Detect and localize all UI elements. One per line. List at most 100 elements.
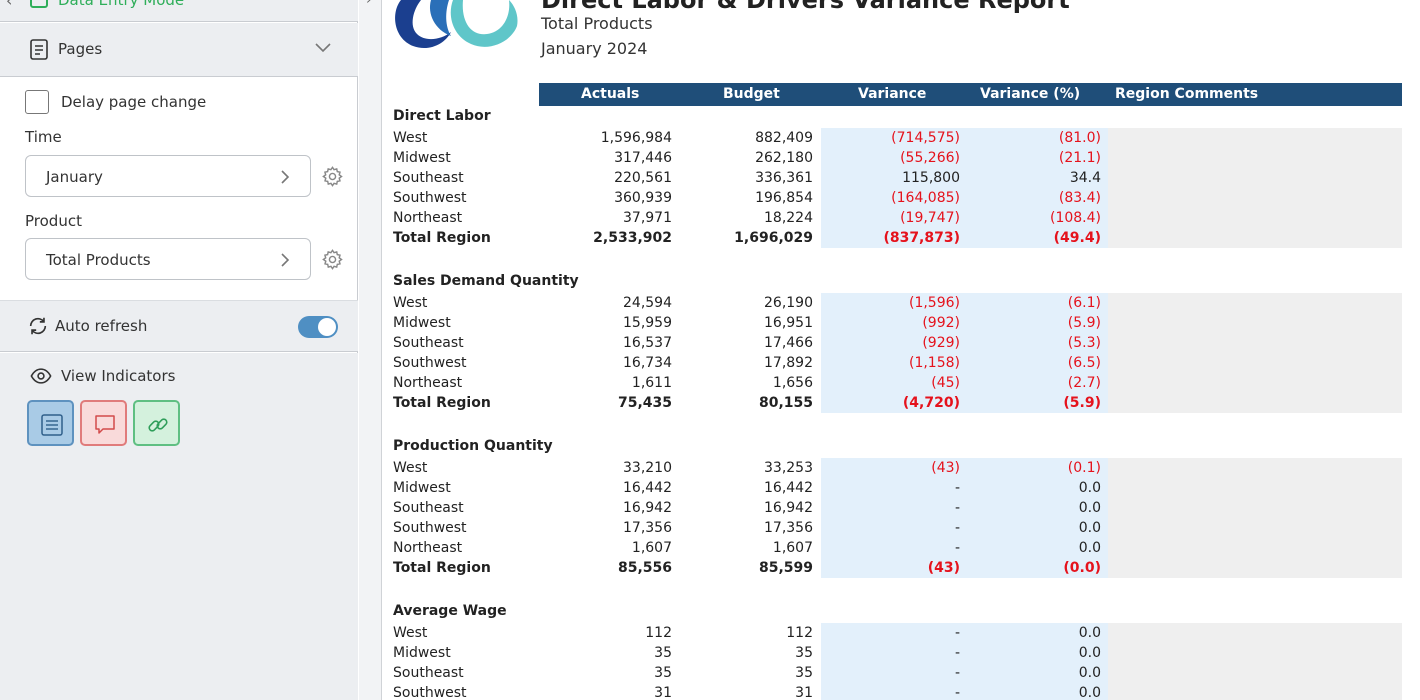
column-header-bar: Actuals Budget Variance Variance (%) Reg… — [539, 83, 1402, 106]
variance-pct-value: (108.4) — [1049, 210, 1101, 226]
actuals-value: 2,533,902 — [593, 230, 672, 246]
auto-refresh-toggle[interactable] — [298, 316, 338, 338]
region-comment-cell[interactable] — [1108, 643, 1402, 663]
column-header-region-comments: Region Comments — [1115, 86, 1259, 102]
region-comment-cell[interactable] — [1108, 393, 1402, 413]
table-row: Southeast 16,537 17,466 (929) (5.3) — [383, 333, 1420, 353]
variance-value: - — [954, 625, 960, 641]
region-comment-cell[interactable] — [1108, 663, 1402, 683]
budget-value: 35 — [795, 665, 813, 681]
budget-value: 262,180 — [755, 150, 813, 166]
row-label: Southeast — [393, 170, 464, 186]
variance-pct-value: 0.0 — [1078, 520, 1101, 536]
row-label: West — [393, 130, 428, 146]
chevron-right-icon[interactable]: › — [366, 0, 372, 8]
actuals-value: 37,971 — [623, 210, 672, 226]
region-comment-cell[interactable] — [1108, 498, 1402, 518]
region-comment-cell[interactable] — [1108, 313, 1402, 333]
time-value: January — [46, 168, 103, 186]
variance-value: 115,800 — [902, 170, 960, 186]
product-settings-gear-icon[interactable] — [321, 248, 344, 271]
table-row: Midwest 35 35 - 0.0 — [383, 643, 1420, 663]
table-row: Northeast 37,971 18,224 (19,747) (108.4) — [383, 208, 1420, 228]
region-comment-cell[interactable] — [1108, 208, 1402, 228]
report-canvas: Direct Labor & Drivers Variance Report T… — [383, 0, 1420, 700]
actuals-value: 24,594 — [623, 295, 672, 311]
toggle-knob — [318, 318, 336, 336]
data-entry-icon — [30, 0, 48, 8]
time-settings-gear-icon[interactable] — [321, 165, 344, 188]
variance-cell-bg — [821, 623, 1108, 643]
region-comment-cell[interactable] — [1108, 188, 1402, 208]
pages-panel-header[interactable]: Pages — [0, 23, 358, 77]
column-header-actuals: Actuals — [581, 86, 640, 102]
budget-value: 1,696,029 — [734, 230, 813, 246]
budget-value: 35 — [795, 645, 813, 661]
variance-value: (19,747) — [900, 210, 960, 226]
actuals-value: 317,446 — [614, 150, 672, 166]
time-selector[interactable]: January — [25, 155, 311, 197]
variance-value: - — [954, 645, 960, 661]
time-label: Time — [25, 128, 62, 146]
row-label: Northeast — [393, 540, 463, 556]
variance-pct-value: 0.0 — [1078, 625, 1101, 641]
table-row: Southwest 31 31 - 0.0 — [383, 683, 1420, 700]
actuals-value: 1,596,984 — [600, 130, 672, 146]
panel-collapse-gutter[interactable]: › — [359, 0, 382, 700]
region-comment-cell[interactable] — [1108, 518, 1402, 538]
region-comment-cell[interactable] — [1108, 683, 1402, 700]
variance-value: (992) — [922, 315, 960, 331]
region-comment-cell[interactable] — [1108, 148, 1402, 168]
region-comment-cell[interactable] — [1108, 558, 1402, 578]
region-comment-cell[interactable] — [1108, 458, 1402, 478]
region-comment-cell[interactable] — [1108, 353, 1402, 373]
eye-icon — [30, 368, 52, 384]
chevron-left-icon[interactable]: ‹ — [6, 0, 12, 10]
variance-value: - — [954, 540, 960, 556]
region-comment-cell[interactable] — [1108, 228, 1402, 248]
column-header-variance-pct: Variance (%) — [980, 86, 1081, 102]
row-label: Southwest — [393, 520, 467, 536]
variance-cell-bg — [821, 538, 1108, 558]
list-indicator-button[interactable] — [27, 400, 74, 446]
section-title: Sales Demand Quantity — [393, 273, 579, 289]
report-title: Direct Labor & Drivers Variance Report — [541, 0, 1070, 14]
table-row: Northeast 1,607 1,607 - 0.0 — [383, 538, 1420, 558]
region-comment-cell[interactable] — [1108, 373, 1402, 393]
region-comment-cell[interactable] — [1108, 478, 1402, 498]
region-comment-cell[interactable] — [1108, 128, 1402, 148]
region-comment-cell[interactable] — [1108, 333, 1402, 353]
variance-pct-value: (2.7) — [1067, 375, 1101, 391]
comment-indicator-button[interactable] — [80, 400, 127, 446]
region-comment-cell[interactable] — [1108, 293, 1402, 313]
document-icon — [30, 39, 48, 60]
total-row: Total Region 2,533,902 1,696,029 (837,873) (… — [383, 228, 1420, 248]
link-indicator-button[interactable] — [133, 400, 180, 446]
region-comment-cell[interactable] — [1108, 623, 1402, 643]
delay-page-change-checkbox[interactable] — [25, 90, 49, 114]
actuals-value: 35 — [654, 665, 672, 681]
table-row: West 24,594 26,190 (1,596) (6.1) — [383, 293, 1420, 313]
row-label: Midwest — [393, 315, 451, 331]
chevron-down-icon[interactable] — [314, 41, 332, 53]
data-entry-mode-bar[interactable]: ‹ Data Entry Mode — [0, 0, 358, 22]
budget-value: 1,607 — [772, 540, 813, 556]
variance-pct-value: (83.4) — [1058, 190, 1101, 206]
row-label: Total Region — [393, 395, 491, 411]
table-row: West 33,210 33,253 (43) (0.1) — [383, 458, 1420, 478]
actuals-value: 360,939 — [614, 190, 672, 206]
region-comment-cell[interactable] — [1108, 538, 1402, 558]
variance-value: (55,266) — [900, 150, 960, 166]
refresh-icon — [29, 317, 47, 335]
actuals-value: 16,537 — [623, 335, 672, 351]
actuals-value: 85,556 — [617, 560, 672, 576]
actuals-value: 15,959 — [623, 315, 672, 331]
region-comment-cell[interactable] — [1108, 168, 1402, 188]
row-label: Southeast — [393, 335, 464, 351]
variance-value: (714,575) — [891, 130, 960, 146]
data-entry-mode-label[interactable]: Data Entry Mode — [58, 0, 184, 9]
row-label: Southeast — [393, 665, 464, 681]
variance-pct-value: 0.0 — [1078, 480, 1101, 496]
product-selector[interactable]: Total Products — [25, 238, 311, 280]
row-label: Midwest — [393, 480, 451, 496]
